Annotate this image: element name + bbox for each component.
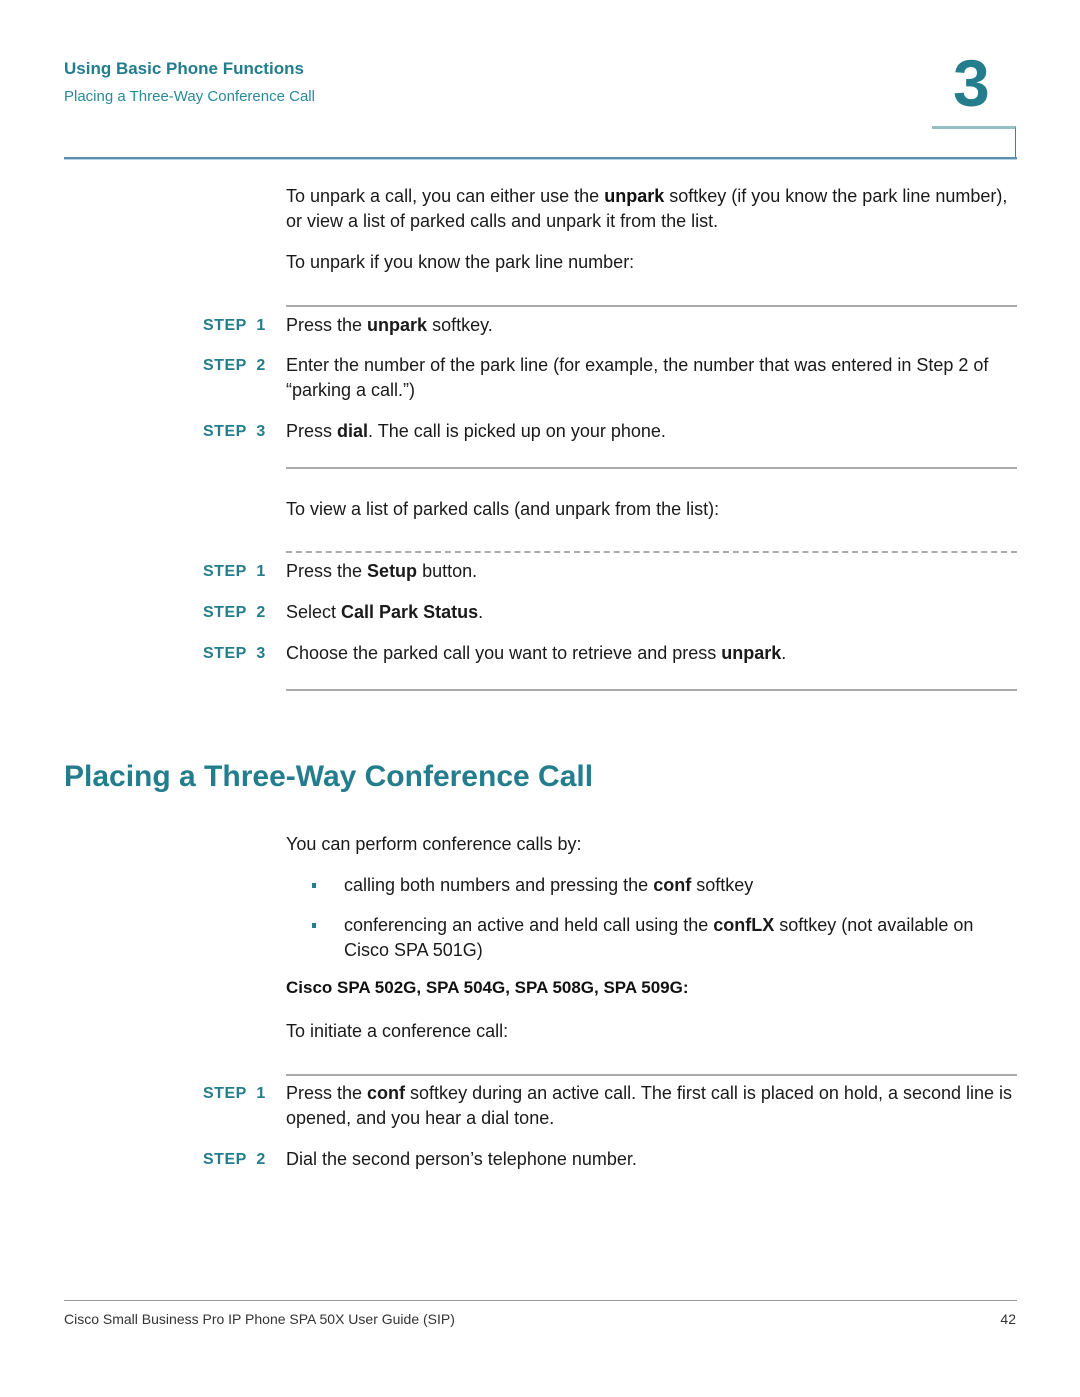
bullet-icon	[312, 913, 344, 963]
bullet-text: calling both numbers and pressing the co…	[344, 875, 754, 895]
known-line-intro: To unpark if you know the park line numb…	[286, 252, 635, 272]
softkey-name: unpark	[604, 186, 665, 206]
text: To unpark a call, you can either use the	[286, 186, 605, 206]
bullet-icon	[312, 873, 344, 898]
running-header-subsection: Placing a Three-Way Conference Call	[64, 88, 315, 105]
step-text: Select Call Park Status.	[286, 602, 484, 622]
step-item: STEP 3 Press dial. The call is picked up…	[203, 419, 1018, 444]
chapter-number: 3	[953, 46, 990, 120]
step-text: Press the unpark softkey.	[286, 315, 493, 335]
step-item: STEP 1 Press the unpark softkey.	[203, 313, 1018, 338]
step-item: STEP 2 Enter the number of the park line…	[203, 353, 1018, 403]
step-text: Press the conf softkey during an active …	[286, 1083, 1013, 1128]
footer-title: Cisco Small Business Pro IP Phone SPA 50…	[64, 1311, 455, 1327]
section-title: Placing a Three-Way Conference Call	[64, 760, 594, 793]
step-label: STEP 1	[203, 563, 266, 580]
step-text: Dial the second person’s telephone numbe…	[286, 1149, 637, 1169]
step-group-end-rule	[286, 689, 1017, 691]
step-label: STEP 2	[203, 604, 266, 621]
page-number: 42	[1000, 1311, 1016, 1327]
initiate-intro: To initiate a conference call:	[286, 1021, 509, 1041]
bullet-text: conferencing an active and held call usi…	[344, 915, 974, 960]
step-label: STEP 3	[203, 645, 266, 662]
step-text: Press the Setup button.	[286, 561, 478, 581]
unpark-intro-paragraph: To unpark a call, you can either use the…	[286, 184, 1016, 234]
header-rule	[64, 157, 1017, 160]
step-text: Press dial. The call is picked up on you…	[286, 421, 666, 441]
step-group-rule	[286, 305, 1017, 307]
step-text: Choose the parked call you want to retri…	[286, 643, 787, 663]
list-item: conferencing an active and held call usi…	[312, 913, 1017, 963]
conference-intro: You can perform conference calls by:	[286, 834, 582, 854]
step-item: STEP 2 Select Call Park Status.	[203, 600, 1018, 625]
step-label: STEP 3	[203, 423, 266, 440]
step-label: STEP 2	[203, 357, 266, 374]
list-item: calling both numbers and pressing the co…	[312, 873, 1017, 898]
step-item: STEP 1 Press the Setup button.	[203, 559, 1018, 584]
step-item: STEP 1 Press the conf softkey during an …	[203, 1081, 1018, 1131]
step-group-rule	[286, 1074, 1017, 1076]
step-group-end-rule	[286, 467, 1017, 469]
step-item: STEP 3 Choose the parked call you want t…	[203, 641, 1018, 666]
step-text: Enter the number of the park line (for e…	[286, 355, 989, 400]
step-item: STEP 2 Dial the second person’s telephon…	[203, 1147, 1018, 1172]
chapter-tab-decoration	[932, 126, 1016, 160]
step-label: STEP 2	[203, 1151, 266, 1168]
models-heading: Cisco SPA 502G, SPA 504G, SPA 508G, SPA …	[286, 978, 689, 997]
list-intro: To view a list of parked calls (and unpa…	[286, 499, 720, 519]
running-header-section: Using Basic Phone Functions	[64, 59, 304, 78]
step-group-rule	[286, 551, 1017, 553]
footer-rule	[64, 1300, 1017, 1301]
step-label: STEP 1	[203, 1085, 266, 1102]
step-label: STEP 1	[203, 317, 266, 334]
